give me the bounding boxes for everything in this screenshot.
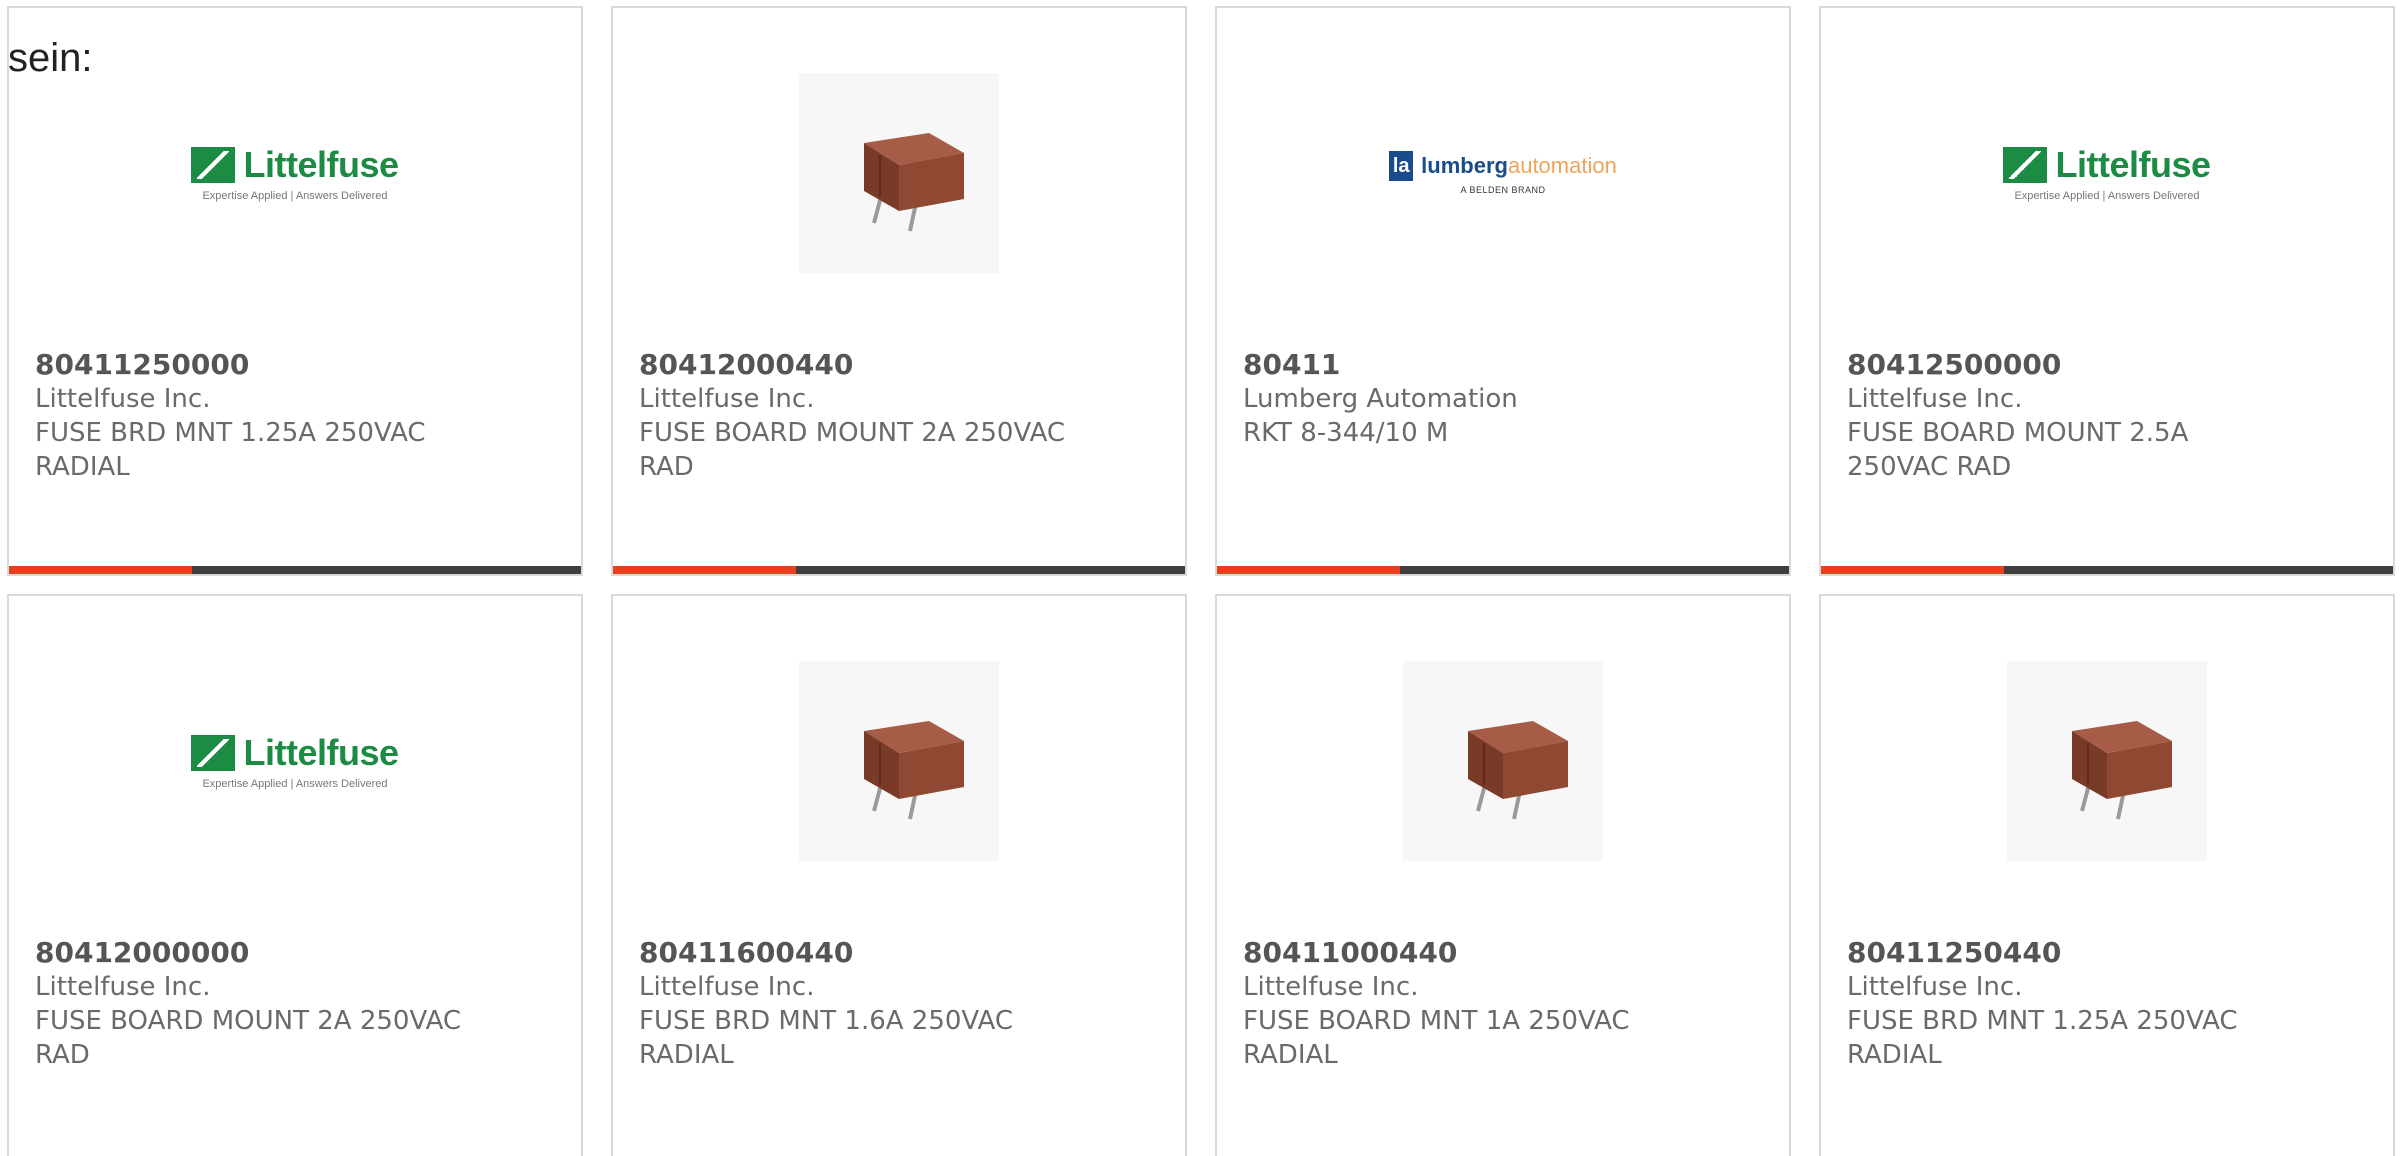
product-image-area[interactable] — [613, 596, 1185, 926]
manufacturer: Littelfuse Inc. — [35, 972, 211, 1002]
description-line-2: RADIAL — [1847, 1040, 1942, 1070]
part-number[interactable]: 80411 — [1243, 348, 1683, 382]
fuse-image — [1468, 721, 1568, 820]
littelfuse-mark-icon — [191, 735, 236, 771]
manufacturer: Littelfuse Inc. — [639, 972, 815, 1002]
fuse-photo — [799, 661, 999, 861]
part-number[interactable]: 80411250000 — [35, 348, 475, 382]
manufacturer: Littelfuse Inc. — [639, 384, 815, 414]
product-image-area[interactable] — [1821, 596, 2393, 926]
manufacturer: Littelfuse Inc. — [1847, 384, 2023, 414]
part-number[interactable]: 80411600440 — [639, 936, 1079, 970]
product-card[interactable]: Littelfuse Expertise Applied | Answers D… — [7, 594, 583, 1156]
product-image-area[interactable] — [1217, 596, 1789, 926]
description-line-1: FUSE BOARD MOUNT 2A 250VAC — [639, 418, 1066, 448]
product-info: 80411600440 Littelfuse Inc. FUSE BRD MNT… — [639, 936, 1079, 1072]
product-info: 80411250000 Littelfuse Inc. FUSE BRD MNT… — [35, 348, 475, 484]
fuse-photo — [799, 73, 999, 273]
card-accent-segment — [613, 566, 797, 574]
card-accent-segment — [1217, 566, 1401, 574]
manufacturer: Littelfuse Inc. — [1243, 972, 1419, 1002]
littelfuse-logo: Littelfuse Expertise Applied | Answers D… — [191, 144, 399, 202]
manufacturer: Littelfuse Inc. — [35, 384, 211, 414]
description-line-2: RADIAL — [1243, 1040, 1338, 1070]
product-card[interactable]: Littelfuse Expertise Applied | Answers D… — [7, 6, 583, 576]
manufacturer: Lumberg Automation — [1243, 384, 1518, 414]
description-line-1: FUSE BRD MNT 1.25A 250VAC — [35, 418, 426, 448]
product-image-area[interactable]: la lumbergautomation A BELDEN BRAND — [1217, 8, 1789, 338]
product-image-area[interactable]: Littelfuse Expertise Applied | Answers D… — [9, 596, 581, 926]
manufacturer: Littelfuse Inc. — [1847, 972, 2023, 1002]
fuse-photo — [1403, 661, 1603, 861]
description-line-2: RAD — [35, 1040, 90, 1070]
product-image-area[interactable]: Littelfuse Expertise Applied | Answers D… — [1821, 8, 2393, 338]
description-line-2: RADIAL — [639, 1040, 734, 1070]
product-card[interactable]: 80412000440 Littelfuse Inc. FUSE BOARD M… — [611, 6, 1187, 576]
card-accent-segment — [1821, 566, 2005, 574]
description-line-2: 250VAC RAD — [1847, 452, 2012, 482]
part-number[interactable]: 80412000440 — [639, 348, 1079, 382]
littelfuse-mark-icon — [191, 147, 236, 183]
product-info: 80411 Lumberg Automation RKT 8-344/10 M — [1243, 348, 1683, 450]
product-card[interactable]: 80411000440 Littelfuse Inc. FUSE BOARD M… — [1215, 594, 1791, 1156]
page: sein: Littelfuse Expertise Applied | Ans… — [0, 0, 2400, 1156]
lumberg-mark-icon: la — [1389, 151, 1414, 181]
description-line-1: RKT 8-344/10 M — [1243, 418, 1449, 448]
description-line-1: FUSE BOARD MOUNT 2.5A — [1847, 418, 2189, 448]
product-info: 80411250440 Littelfuse Inc. FUSE BRD MNT… — [1847, 936, 2287, 1072]
part-number[interactable]: 80412000000 — [35, 936, 475, 970]
fuse-image — [864, 721, 964, 820]
card-bottom-bar — [1217, 566, 1789, 574]
product-image-area[interactable] — [613, 8, 1185, 338]
littelfuse-logo: Littelfuse Expertise Applied | Answers D… — [2003, 144, 2211, 202]
part-number[interactable]: 80411000440 — [1243, 936, 1683, 970]
intro-text: sein: — [8, 36, 93, 80]
fuse-photo — [2007, 661, 2207, 861]
product-info: 80412000000 Littelfuse Inc. FUSE BOARD M… — [35, 936, 475, 1072]
product-info: 80412000440 Littelfuse Inc. FUSE BOARD M… — [639, 348, 1079, 484]
card-bottom-bar — [613, 566, 1185, 574]
fuse-image — [2072, 721, 2172, 820]
product-card[interactable]: Littelfuse Expertise Applied | Answers D… — [1819, 6, 2395, 576]
description-line-1: FUSE BRD MNT 1.6A 250VAC — [639, 1006, 1014, 1036]
littelfuse-mark-icon — [2003, 147, 2048, 183]
littelfuse-logo: Littelfuse Expertise Applied | Answers D… — [191, 732, 399, 790]
product-info: 80412500000 Littelfuse Inc. FUSE BOARD M… — [1847, 348, 2287, 484]
product-card[interactable]: 80411600440 Littelfuse Inc. FUSE BRD MNT… — [611, 594, 1187, 1156]
part-number[interactable]: 80411250440 — [1847, 936, 2287, 970]
card-bottom-bar — [1821, 566, 2393, 574]
description-line-2: RADIAL — [35, 452, 130, 482]
product-card[interactable]: 80411250440 Littelfuse Inc. FUSE BRD MNT… — [1819, 594, 2395, 1156]
description-line-1: FUSE BOARD MNT 1A 250VAC — [1243, 1006, 1630, 1036]
product-info: 80411000440 Littelfuse Inc. FUSE BOARD M… — [1243, 936, 1683, 1072]
card-bottom-bar — [9, 566, 581, 574]
part-number[interactable]: 80412500000 — [1847, 348, 2287, 382]
description-line-2: RAD — [639, 452, 694, 482]
card-accent-segment — [9, 566, 193, 574]
description-line-1: FUSE BRD MNT 1.25A 250VAC — [1847, 1006, 2238, 1036]
product-image-area[interactable]: Littelfuse Expertise Applied | Answers D… — [9, 8, 581, 338]
description-line-1: FUSE BOARD MOUNT 2A 250VAC — [35, 1006, 462, 1036]
fuse-image — [864, 133, 964, 232]
product-card[interactable]: la lumbergautomation A BELDEN BRAND 8041… — [1215, 6, 1791, 576]
lumberg-logo: la lumbergautomation A BELDEN BRAND — [1389, 151, 1617, 195]
